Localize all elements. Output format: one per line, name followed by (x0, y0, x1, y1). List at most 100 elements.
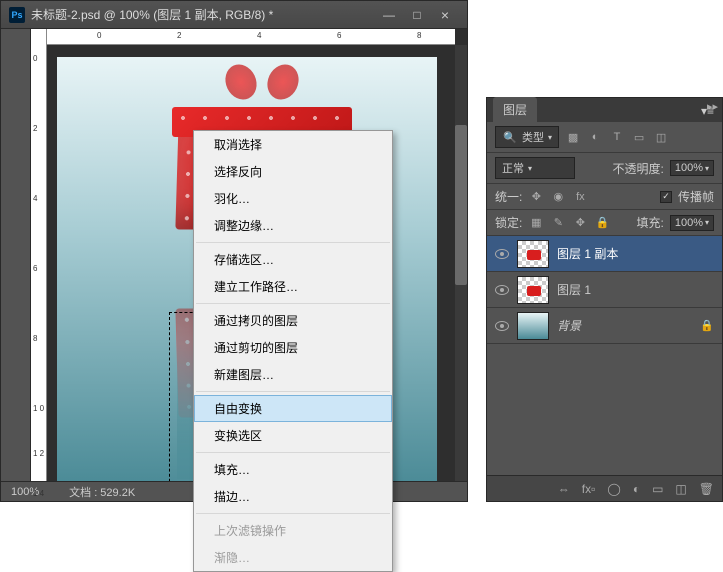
close-button[interactable]: × (431, 5, 459, 25)
layer-row[interactable]: 背景🔒 (487, 308, 722, 344)
ruler-tick: 4 (33, 194, 37, 203)
filter-row: 🔍 类型 ▾ ▩ ◐ T ▭ ◫ (487, 122, 722, 153)
lock-image-icon[interactable]: ✎ (550, 215, 566, 231)
blend-mode-label: 正常 (502, 160, 524, 176)
layer-thumbnail[interactable] (517, 312, 549, 340)
menu-item[interactable]: 存储选区… (194, 246, 392, 273)
layer-name[interactable]: 图层 1 (557, 281, 722, 298)
window-title: 未标题-2.psd @ 100% (图层 1 副本, RGB/8) * (31, 6, 375, 23)
lock-row: 锁定: ▦ ✎ ✥ 🔒 填充: 100% ▾ (487, 210, 722, 236)
lock-icon: 🔒 (700, 319, 714, 332)
link-layers-icon[interactable]: ⇔ (558, 482, 570, 496)
lock-all-icon[interactable]: 🔒 (594, 215, 610, 231)
maximize-button[interactable]: □ (403, 5, 431, 25)
lock-position-icon[interactable]: ✥ (572, 215, 588, 231)
mask-icon[interactable]: ◯ (607, 482, 620, 496)
window-buttons: — □ × (375, 5, 459, 25)
menu-item[interactable]: 通过剪切的图层 (194, 334, 392, 361)
group-icon[interactable]: ▭ (652, 482, 663, 496)
ruler-tick: 2 (33, 124, 37, 133)
ruler-tick: 2 (177, 31, 181, 40)
menu-separator (196, 242, 390, 243)
ruler-tick: 1 0 (33, 404, 44, 413)
minimize-button[interactable]: — (375, 5, 403, 25)
opacity-input[interactable]: 100% ▾ (670, 160, 714, 176)
chevron-down-icon: ▾ (705, 164, 709, 173)
eye-icon[interactable] (495, 285, 509, 295)
ruler-tick: 8 (33, 334, 37, 343)
menu-item[interactable]: 调整边缘… (194, 212, 392, 239)
tool-column (1, 29, 31, 481)
propagate-label: 传播帧 (678, 188, 714, 205)
fx-icon[interactable]: fx▫ (582, 482, 596, 496)
menu-item[interactable]: 描边… (194, 483, 392, 510)
eye-icon[interactable] (495, 321, 509, 331)
filter-shape-icon[interactable]: ▭ (631, 129, 647, 145)
fill-input[interactable]: 100% ▾ (670, 215, 714, 231)
doc-size: 文档 : 529.2K (69, 484, 135, 500)
panel-footer: ⇔ fx▫ ◯ ◐ ▭ ◫ 🗑 (487, 475, 722, 501)
layer-thumbnail[interactable] (517, 240, 549, 268)
unify-label: 统一: (495, 188, 522, 205)
layer-row[interactable]: 图层 1 副本 (487, 236, 722, 272)
filter-pixel-icon[interactable]: ▩ (565, 129, 581, 145)
filter-adjust-icon[interactable]: ◐ (587, 129, 603, 145)
search-icon: 🔍 (502, 129, 518, 145)
unify-position-icon[interactable]: ✥ (528, 189, 544, 205)
ruler-tick: 1 2 (33, 449, 44, 458)
filter-smart-icon[interactable]: ◫ (653, 129, 669, 145)
ruler-horizontal[interactable]: 02468 (47, 29, 455, 45)
new-layer-icon[interactable]: ◫ (675, 482, 686, 496)
scrollbar-thumb[interactable] (455, 125, 467, 285)
photoshop-icon: Ps (9, 7, 25, 23)
menu-item[interactable]: 变换选区 (194, 422, 392, 449)
filter-text-icon[interactable]: T (609, 129, 625, 145)
trash-icon[interactable]: 🗑 (699, 482, 714, 496)
menu-item[interactable]: 自由变换 (194, 395, 392, 422)
filter-kind-label: 类型 (522, 129, 544, 145)
menu-separator (196, 452, 390, 453)
scrollbar-vertical[interactable] (455, 45, 467, 481)
context-menu: 取消选择选择反向羽化…调整边缘… 存储选区…建立工作路径… 通过拷贝的图层通过剪切的… (193, 130, 393, 572)
unify-row: 统一: ✥ ◉ fx ✓ 传播帧 (487, 184, 722, 210)
lock-label: 锁定: (495, 214, 522, 231)
menu-item[interactable]: 羽化… (194, 185, 392, 212)
ruler-tick: 0 (97, 31, 101, 40)
fill-label: 填充: (637, 214, 664, 231)
collapse-handle-icon[interactable]: ▸▸ (707, 100, 718, 113)
chevron-down-icon: ▾ (705, 218, 709, 227)
unify-style-icon[interactable]: fx (572, 189, 588, 205)
menu-separator (196, 513, 390, 514)
opacity-value: 100% (675, 162, 703, 174)
fill-value: 100% (675, 217, 703, 229)
layer-thumbnail[interactable] (517, 276, 549, 304)
chevron-down-icon: ▾ (528, 164, 532, 173)
lock-transparent-icon[interactable]: ▦ (528, 215, 544, 231)
menu-item[interactable]: 取消选择 (194, 131, 392, 158)
menu-item[interactable]: 选择反向 (194, 158, 392, 185)
blend-mode-select[interactable]: 正常 ▾ (495, 157, 575, 179)
titlebar: Ps 未标题-2.psd @ 100% (图层 1 副本, RGB/8) * —… (1, 1, 467, 29)
ruler-tick: 4 (257, 31, 261, 40)
menu-item[interactable]: 填充… (194, 456, 392, 483)
adjustment-icon[interactable]: ◐ (633, 482, 640, 496)
tab-layers[interactable]: 图层 (493, 97, 537, 122)
panel-tabs: 图层 ▾≡ (487, 98, 722, 122)
unify-visibility-icon[interactable]: ◉ (550, 189, 566, 205)
layer-name[interactable]: 图层 1 副本 (557, 245, 722, 262)
ruler-vertical[interactable]: 024681 01 21 4 (31, 29, 47, 481)
menu-item[interactable]: 建立工作路径… (194, 273, 392, 300)
propagate-checkbox[interactable]: ✓ (660, 191, 672, 203)
menu-item[interactable]: 新建图层… (194, 361, 392, 388)
eye-icon[interactable] (495, 249, 509, 259)
layers-panel: ▸▸ 图层 ▾≡ 🔍 类型 ▾ ▩ ◐ T ▭ ◫ 正常 ▾ 不透明度: 100… (486, 97, 723, 502)
opacity-label: 不透明度: (613, 160, 664, 177)
menu-item[interactable]: 通过拷贝的图层 (194, 307, 392, 334)
menu-separator (196, 303, 390, 304)
menu-separator (196, 391, 390, 392)
layer-row[interactable]: 图层 1 (487, 272, 722, 308)
ruler-tick: 0 (33, 54, 37, 63)
filter-kind-select[interactable]: 🔍 类型 ▾ (495, 126, 559, 148)
layer-list: 图层 1 副本图层 1 背景🔒 (487, 236, 722, 344)
layer-name[interactable]: 背景 (557, 317, 700, 334)
